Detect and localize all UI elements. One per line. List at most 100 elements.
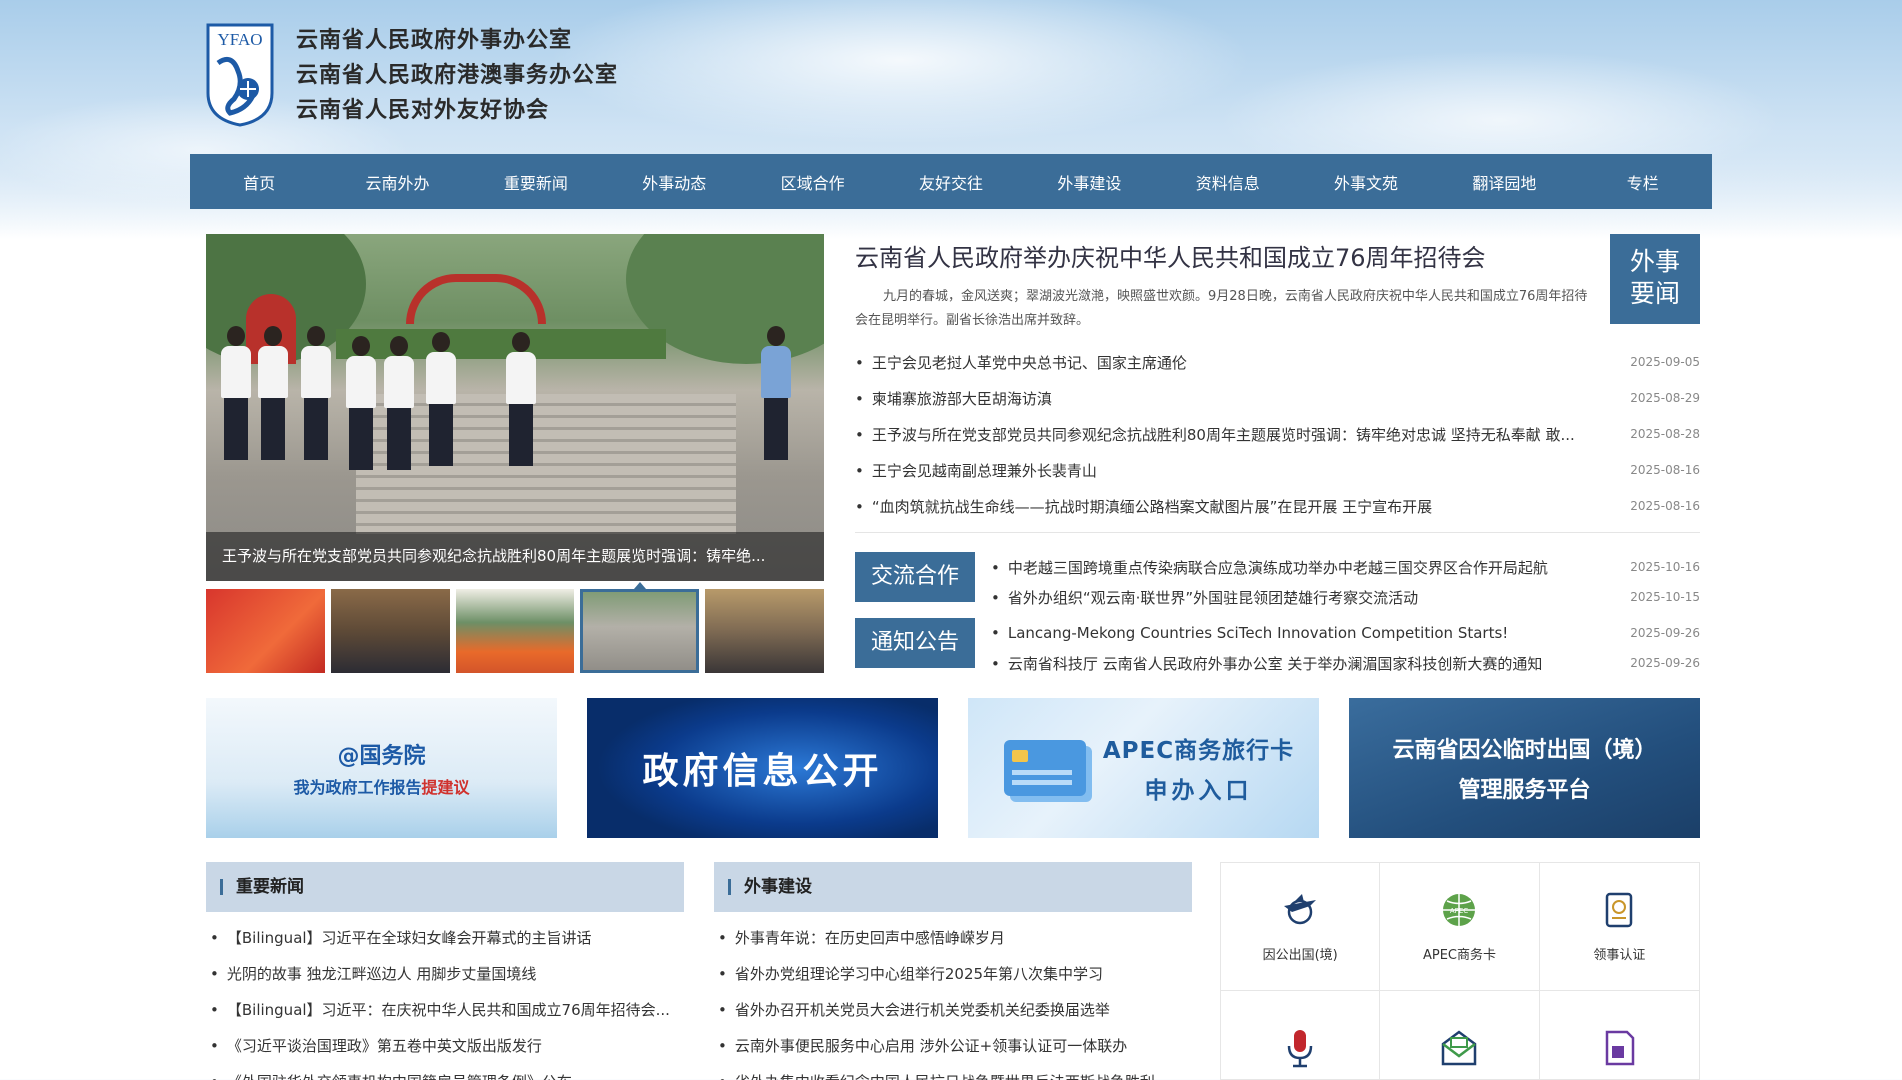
nav-columns[interactable]: 专栏 [1574,170,1712,194]
official-travel-platform-banner[interactable]: 云南省因公临时出国（境） 管理服务平台 [1349,698,1700,838]
exchange-cooperation-tag[interactable]: 交流合作 [855,552,975,602]
microphone-icon [1287,1029,1313,1067]
org-name-1: 云南省人民政府外事办公室 [296,26,573,53]
list-item[interactable]: Lancang-Mekong Countries SciTech Innovat… [991,618,1700,648]
service-label: 因公出国(境) [1262,948,1338,963]
news-date: 2025-08-28 [1630,427,1700,441]
list-item[interactable]: 省外办组织“观云南·联世界”外国驻昆领团楚雄行考察交流活动 2025-10-15 [991,582,1700,612]
person [301,326,331,460]
headline-area: 云南省人民政府举办庆祝中华人民共和国成立76周年招待会 九月的春城，金风送爽；翠… [855,234,1700,333]
thumbnail-3[interactable] [455,589,575,673]
banner-line-prefix: 我为政府工作报告 [293,778,422,797]
nav-yunnan-fao[interactable]: 云南外办 [328,170,466,194]
document-icon [1606,1030,1635,1065]
service-apec-card[interactable]: APEC APEC商务卡 [1380,863,1540,991]
news-title[interactable]: 王宁会见越南副总理兼外长裴青山 [855,460,1615,481]
news-title[interactable]: “血肉筑就抗战生命线——抗战时期滇缅公路档案文献图片展”在昆开展 王宁宣布开展 [855,496,1615,517]
service-document[interactable] [1540,991,1699,1080]
service-microphone[interactable] [1221,991,1381,1080]
list-item[interactable]: 外事青年说：在历史回声中感悟峥嵘岁月 [714,920,1192,956]
news-title[interactable]: 王予波与所在党支部党员共同参观纪念抗战胜利80周年主题展览时强调：铸牢绝对忠诚 … [855,424,1615,445]
banner-row: @国务院 我为政府工作报告提建议 政府信息公开 APEC商务旅行卡 申办入口 云… [206,698,1700,838]
news-item[interactable]: 王宁会见越南副总理兼外长裴青山 2025-08-16 [855,452,1700,488]
news-item[interactable]: “血肉筑就抗战生命线——抗战时期滇缅公路档案文献图片展”在昆开展 王宁宣布开展 2… [855,488,1700,524]
list-item[interactable]: 中老越三国跨境重点传染病联合应急演练成功举办中老越三国交界区合作开局起航 2025… [991,552,1700,582]
list-item[interactable]: 《外国驻华外交领事机构中国籍雇员管理条例》公布 [206,1064,684,1080]
list-item[interactable]: 【Bilingual】习近平在全球妇女峰会开幕式的主旨讲话 [206,920,684,956]
list-item[interactable]: 省外办召开机关党员大会进行机关党委机关纪委换届选举 [714,992,1192,1028]
item-title[interactable]: Lancang-Mekong Countries SciTech Innovat… [991,624,1611,642]
person [221,326,251,460]
yfao-logo[interactable]: YFAO [204,23,276,127]
nav-friendly-exchanges[interactable]: 友好交往 [882,170,1020,194]
list-item[interactable]: 光阴的故事 独龙江畔巡边人 用脚步丈量国境线 [206,956,684,992]
slide-caption[interactable]: 王予波与所在党支部党员共同参观纪念抗战胜利80周年主题展览时强调：铸牢绝... [206,532,824,581]
tag-line-1: 外事 [1629,247,1680,276]
service-label: 领事认证 [1593,948,1646,963]
photo-slider[interactable]: 王予波与所在党支部党员共同参观纪念抗战胜利80周年主题展览时强调：铸牢绝... [206,234,824,581]
nav-foreign-affairs-building[interactable]: 外事建设 [1020,170,1158,194]
news-title[interactable]: 王宁会见老挝人革党中央总书记、国家主席通伦 [855,352,1615,373]
slide-photo[interactable]: 王予波与所在党支部党员共同参观纪念抗战胜利80周年主题展览时强调：铸牢绝... [206,234,824,581]
service-mail[interactable] [1380,991,1540,1080]
banner-line-emphasis: 提建议 [421,778,470,797]
notice-tag[interactable]: 通知公告 [855,618,975,668]
news-title[interactable]: 柬埔寨旅游部大臣胡海访滇 [855,388,1615,409]
thumbnail-5[interactable] [705,589,824,673]
top-news-list: 王宁会见老挝人革党中央总书记、国家主席通伦 2025-09-05 柬埔寨旅游部大臣… [855,344,1700,524]
thumbnail-4[interactable] [580,582,700,673]
apec-card-banner[interactable]: APEC商务旅行卡 申办入口 [968,698,1319,838]
item-title[interactable]: 云南省科技厅 云南省人民政府外事办公室 关于举办澜湄国家科技创新大赛的通知 [991,653,1611,674]
exchange-list: 中老越三国跨境重点传染病联合应急演练成功举办中老越三国交界区合作开局起航 2025… [991,552,1700,612]
main-nav: 首页 云南外办 重要新闻 外事动态 区域合作 友好交往 外事建设 资料信息 外事… [190,154,1712,209]
service-official-travel[interactable]: 因公出国(境) [1221,863,1381,991]
news-date: 2025-08-29 [1630,391,1700,405]
org-name-3: 云南省人民对外友好协会 [296,96,550,123]
nav-regional-cooperation[interactable]: 区域合作 [743,170,881,194]
banner-line: 政府信息公开 [642,751,883,792]
card-icon [1004,740,1086,796]
item-title[interactable]: 省外办组织“观云南·联世界”外国驻昆领团楚雄行考察交流活动 [991,587,1611,608]
apec-globe-icon: APEC [1443,894,1476,926]
service-consular-auth[interactable]: 领事认证 [1539,863,1699,991]
banner-line: 云南省因公临时出国（境） [1392,738,1657,763]
banner-line: 管理服务平台 [1458,778,1591,803]
list-item[interactable]: 云南省科技厅 云南省人民政府外事办公室 关于举办澜湄国家科技创新大赛的通知 202… [991,648,1700,678]
government-info-disclosure-banner[interactable]: 政府信息公开 [587,698,938,838]
banner-line: @国务院 [337,744,426,769]
banner-line: 申办入口 [1144,778,1253,804]
list-item[interactable]: 【Bilingual】习近平：在庆祝中华人民共和国成立76周年招待会... [206,992,684,1028]
thumbnail-2[interactable] [330,589,450,673]
nav-translation[interactable]: 翻译园地 [1435,170,1573,194]
thumbnail-1[interactable] [206,589,325,673]
list-item[interactable]: 《习近平谈治国理政》第五卷中英文版出版发行 [206,1028,684,1064]
important-news-list: 【Bilingual】习近平在全球妇女峰会开幕式的主旨讲话 光阴的故事 独龙江畔… [206,912,684,1080]
list-item[interactable]: 省外办党组理论学习中心组举行2025年第八次集中学习 [714,956,1192,992]
nav-literary[interactable]: 外事文苑 [1297,170,1435,194]
news-item[interactable]: 王宁会见老挝人革党中央总书记、国家主席通伦 2025-09-05 [855,344,1700,380]
nav-foreign-affairs-updates[interactable]: 外事动态 [605,170,743,194]
list-item[interactable]: 云南外事便民服务中心启用 涉外公证+领事认证可一体联办 [714,1028,1192,1064]
mail-icon [1442,1029,1477,1065]
foreign-affairs-building-heading[interactable]: 外事建设 [714,862,1192,912]
news-item[interactable]: 王予波与所在党支部党员共同参观纪念抗战胜利80周年主题展览时强调：铸牢绝对忠诚 … [855,416,1700,452]
important-news-heading[interactable]: 重要新闻 [206,862,684,912]
item-date: 2025-10-16 [1630,560,1700,574]
org-names: 云南省人民政府外事办公室 云南省人民政府港澳事务办公室 云南省人民对外友好协会 [296,23,618,128]
headline-title[interactable]: 云南省人民政府举办庆祝中华人民共和国成立76周年招待会 [855,238,1700,273]
nav-home[interactable]: 首页 [190,170,328,194]
svg-text:APEC: APEC [1450,907,1468,915]
foreign-affairs-news-tag[interactable]: 外事 要闻 [1610,234,1700,324]
state-council-suggestion-banner[interactable]: @国务院 我为政府工作报告提建议 [206,698,557,838]
item-title[interactable]: 中老越三国跨境重点传染病联合应急演练成功举办中老越三国交界区合作开局起航 [991,557,1611,578]
person [346,336,376,470]
nav-resources[interactable]: 资料信息 [1159,170,1297,194]
headline-summary: 九月的春城，金风送爽；翠湖波光潋滟，映照盛世欢颜。9月28日晚，云南省人民政府庆… [855,289,1588,328]
slider-thumbnails [206,582,824,673]
list-item[interactable]: 省外办集中收看纪念中国人民抗日战争暨世界反法西斯战争胜利 [714,1064,1192,1080]
news-date: 2025-09-05 [1630,355,1700,369]
person [506,332,536,466]
news-date: 2025-08-16 [1630,463,1700,477]
news-item[interactable]: 柬埔寨旅游部大臣胡海访滇 2025-08-29 [855,380,1700,416]
nav-important-news[interactable]: 重要新闻 [467,170,605,194]
